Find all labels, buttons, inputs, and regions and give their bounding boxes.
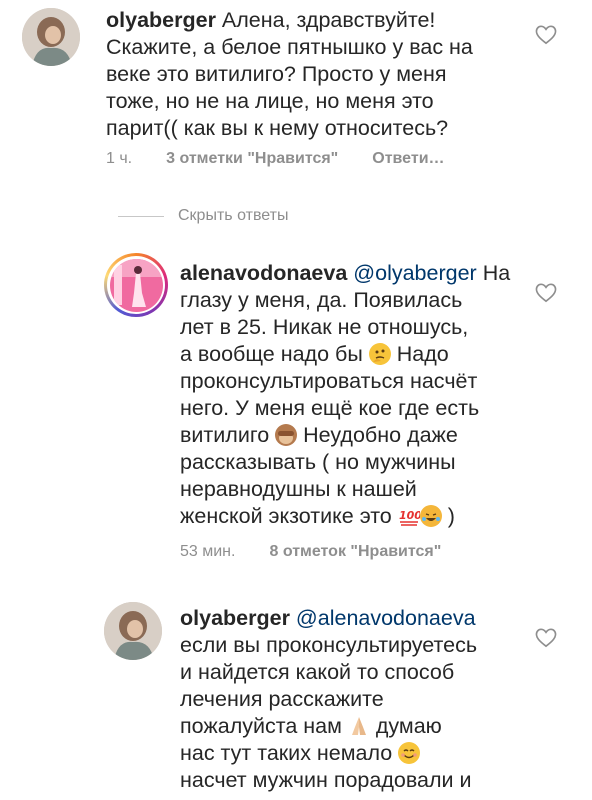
comment-line: лечения расскажите (180, 687, 384, 711)
comment-line: Неудобно даже (303, 423, 458, 447)
comment-line: него. У меня ещё кое где есть (180, 396, 480, 420)
hide-replies-toggle[interactable]: Скрыть ответы (118, 203, 288, 229)
like-button[interactable] (535, 25, 557, 45)
hundred-points-emoji: 100 (398, 505, 422, 527)
comment-time: 53 мин. (180, 543, 236, 560)
avatar-olyaberger[interactable] (104, 602, 162, 660)
comment-username[interactable]: olyaberger (106, 8, 216, 32)
comment-line: глазу у меня, да. Появилась (180, 288, 463, 312)
comment-line: проконсультироваться насчёт (180, 369, 478, 393)
smiling-face-emoji (398, 742, 421, 764)
comment-meta: 1 ч. 3 отметки "Нравится" Ответи… (106, 150, 479, 168)
comment-line: неравнодушны к нашей (180, 477, 417, 501)
comment-line: нас тут таких немало (180, 741, 393, 765)
comment-line: Алена, здравствуйте! (221, 8, 436, 32)
heart-outline-icon (535, 283, 557, 303)
comment-username[interactable]: alenavodonaeva (180, 261, 347, 285)
mention-link[interactable]: @alenavodonaeva (296, 606, 476, 630)
avatar-olyaberger[interactable] (22, 8, 80, 66)
divider (118, 215, 164, 217)
comment-line: Надо (396, 342, 449, 366)
user-photo-icon (104, 602, 162, 660)
comment-line: насчет мужчин порадовали и (180, 768, 472, 792)
laughing-cat-emoji (419, 505, 442, 527)
hide-replies-label: Скрыть ответы (178, 207, 289, 224)
comment-line: и найдется какой то способ (180, 660, 455, 684)
comment-line: Скажите, а белое пятнышко у вас на (106, 35, 473, 59)
reply-button[interactable]: Ответи… (372, 150, 444, 167)
like-button[interactable] (535, 628, 557, 648)
comment-line: а вообще надо бы (180, 342, 363, 366)
comment-line: тоже, но не на лице, но меня это (106, 89, 434, 113)
comment-text: alenavodonaeva @olyaberger На глазу у ме… (180, 260, 510, 530)
comment-text: olyaberger @alenavodonaeva если вы проко… (180, 605, 477, 794)
comment-line: веке это витилиго? Просто у меня (106, 62, 447, 86)
comment-line: пожалуйста нам (180, 714, 342, 738)
see-no-evil-monkey-emoji (275, 424, 298, 446)
avatar-alenavodonaeva[interactable] (104, 253, 168, 317)
comment-line: На (482, 261, 511, 285)
comment-line: витилиго (180, 423, 270, 447)
comment-meta: 53 мин. 8 отметок "Нравится" (180, 543, 475, 561)
heart-outline-icon (535, 628, 557, 648)
comment-username[interactable]: olyaberger (180, 606, 290, 630)
comment-line: рассказывать ( но мужчины (180, 450, 456, 474)
comment-line: ) (447, 504, 455, 528)
heart-outline-icon (535, 25, 557, 45)
comment-line: лет в 25. Никак не отношусь, (180, 315, 469, 339)
likes-count-link[interactable]: 8 отметок "Нравится" (269, 543, 441, 560)
svg-text:100: 100 (399, 509, 420, 522)
user-photo-icon (22, 8, 80, 66)
comment-line: женской экзотике это (180, 504, 392, 528)
comment-line: если вы проконсультируетесь (180, 633, 478, 657)
comment-text: olyaberger Алена, здравствуйте! Скажите,… (106, 7, 473, 142)
like-button[interactable] (535, 283, 557, 303)
thinking-face-emoji (368, 343, 391, 365)
comment-time: 1 ч. (106, 150, 133, 167)
folded-hands-emoji (348, 715, 370, 737)
comment-line: парит(( как вы к нему относитесь? (106, 116, 449, 140)
user-photo-icon (109, 258, 163, 312)
comment-line: думаю (375, 714, 442, 738)
likes-count-link[interactable]: 3 отметки "Нравится" (166, 150, 338, 167)
mention-link[interactable]: @olyaberger (353, 261, 476, 285)
